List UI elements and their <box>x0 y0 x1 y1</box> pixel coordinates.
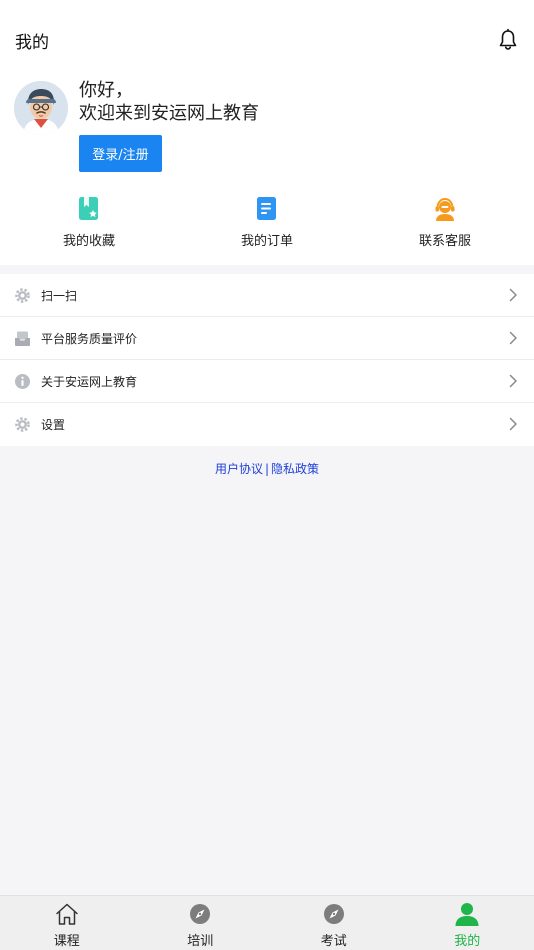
avatar[interactable] <box>14 81 68 135</box>
menu-item-about[interactable]: 关于安运网上教育 <box>0 360 534 403</box>
settings-menu: 扫一扫 平台服务质量评价 关于安运网上教育 设置 <box>0 274 534 446</box>
chevron-right-icon <box>509 374 517 388</box>
compass-icon <box>190 904 211 924</box>
chevron-right-icon <box>509 288 517 302</box>
tab-label: 课程 <box>53 934 80 949</box>
legal-links: 用户协议 | 隐私政策 <box>0 460 534 477</box>
welcome-text: 欢迎来到安运网上教育 <box>79 103 259 124</box>
chevron-right-icon <box>509 331 517 345</box>
compass-icon <box>323 904 344 924</box>
tab-courses[interactable]: 课程 <box>0 896 134 950</box>
quick-action-label: 联系客服 <box>418 234 471 249</box>
chevron-right-icon <box>509 417 517 431</box>
menu-item-scan[interactable]: 扫一扫 <box>0 274 534 317</box>
quick-action-label: 我的订单 <box>240 234 293 249</box>
quick-action-orders[interactable]: 我的订单 <box>178 196 356 265</box>
gear-icon <box>15 287 30 303</box>
customer-service-icon <box>435 197 455 221</box>
tab-training[interactable]: 培训 <box>134 896 268 950</box>
privacy-policy-link[interactable]: 隐私政策 <box>271 462 319 476</box>
quick-action-favorites[interactable]: 我的收藏 <box>0 196 178 265</box>
quick-action-label: 我的收藏 <box>62 234 115 249</box>
menu-item-label: 平台服务质量评价 <box>41 331 138 346</box>
menu-item-label: 设置 <box>41 418 66 432</box>
bell-icon[interactable] <box>496 28 520 52</box>
tab-exam[interactable]: 考试 <box>267 896 401 950</box>
bottom-tab-bar: 课程 培训 考试 我的 <box>0 895 534 950</box>
tab-mine[interactable]: 我的 <box>401 896 534 950</box>
user-agreement-link[interactable]: 用户协议 <box>215 462 263 476</box>
favorites-icon <box>79 197 98 220</box>
login-register-button[interactable]: 登录/注册 <box>79 135 162 172</box>
quick-actions: 我的收藏 我的订单 联系客服 <box>0 180 534 265</box>
menu-item-settings[interactable]: 设置 <box>0 403 534 446</box>
gear-icon <box>15 417 30 432</box>
link-separator: | <box>264 462 270 476</box>
menu-item-label: 扫一扫 <box>41 288 78 303</box>
header: 我的 <box>0 0 534 80</box>
greeting-text: 你好， <box>79 80 133 101</box>
home-icon <box>56 903 78 925</box>
tab-label: 培训 <box>187 934 214 949</box>
inbox-icon <box>15 331 30 346</box>
info-icon <box>15 373 30 389</box>
profile-card: 你好， 欢迎来到安运网上教育 登录/注册 <box>0 80 534 180</box>
tab-label: 我的 <box>454 934 481 949</box>
quick-action-customer-service[interactable]: 联系客服 <box>356 196 534 265</box>
menu-item-service-evaluation[interactable]: 平台服务质量评价 <box>0 317 534 360</box>
top-section: 我的 你好， 欢迎来到安运网上教育 登录/注册 我的收藏 我的订单 联系客服 <box>0 0 534 265</box>
orders-icon <box>257 197 276 220</box>
tab-label: 考试 <box>320 934 347 949</box>
menu-item-label: 关于安运网上教育 <box>41 374 138 389</box>
user-icon <box>455 903 479 926</box>
page-title: 我的 <box>15 32 49 53</box>
